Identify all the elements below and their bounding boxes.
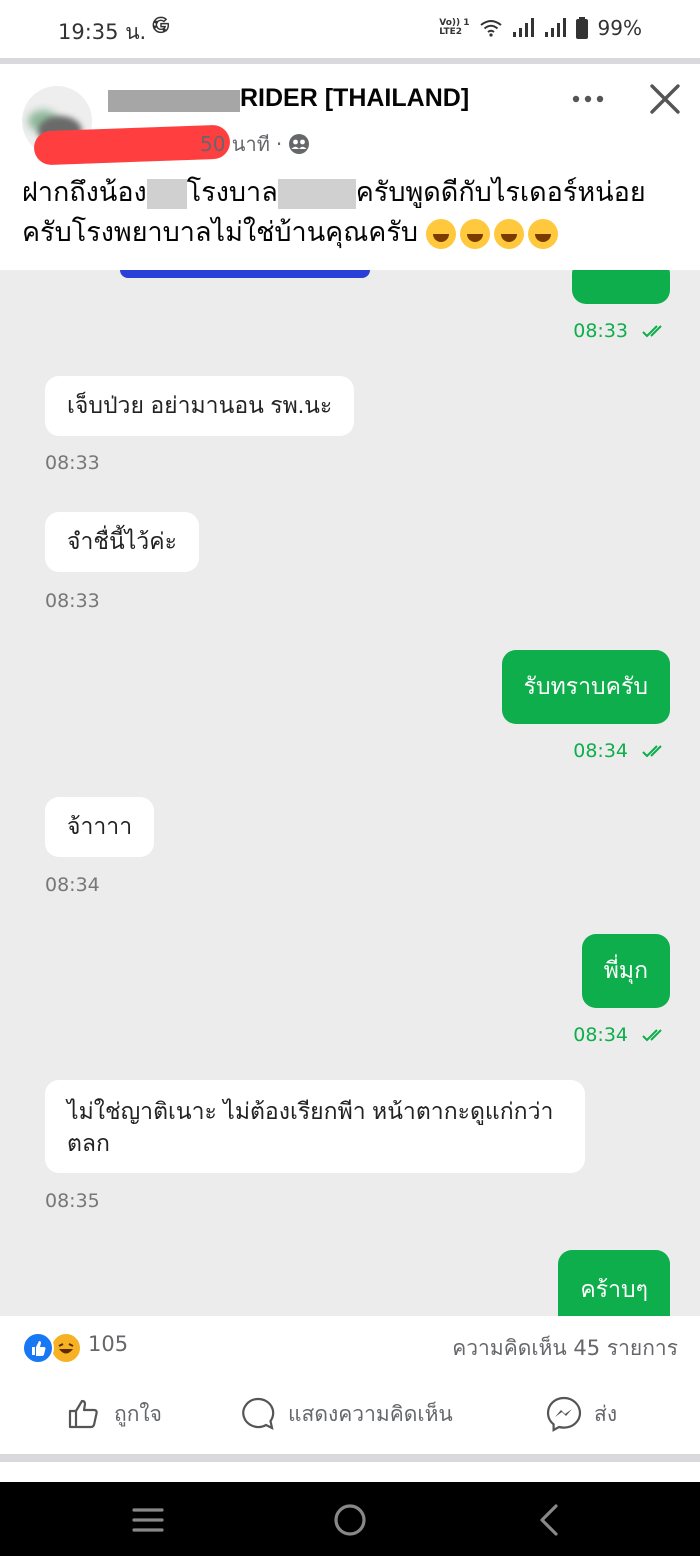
action-bar: ถูกใจ แสดงความคิดเห็น ส่ง: [0, 1378, 700, 1454]
caption-part-2: โรงบาล: [186, 177, 278, 207]
home-icon[interactable]: [330, 1500, 370, 1540]
redacted-name: [108, 90, 240, 112]
caption-part-1: ฝากถึงน้อง: [22, 177, 147, 207]
recent-apps-icon[interactable]: [128, 1500, 168, 1540]
signal-2-icon: [544, 18, 566, 37]
comment-count[interactable]: ความคิดเห็น 45 รายการ: [452, 1332, 678, 1365]
message-time: 08:34: [45, 874, 100, 896]
close-icon[interactable]: [646, 80, 684, 118]
chat-bubble-outgoing: [572, 270, 670, 304]
caption-line-2: ครับโรงพยาบาลไม่ใช่บ้านคุณครับ: [22, 212, 682, 252]
author-name[interactable]: RIDER [THAILAND]: [240, 84, 469, 113]
message-text: คร้าบๆ: [580, 1276, 648, 1302]
send-button[interactable]: ส่ง: [546, 1396, 617, 1432]
wifi-icon: [479, 20, 502, 37]
status-icons: Vo)) 1 LTE2 99%: [439, 16, 642, 40]
like-label: ถูกใจ: [114, 1401, 162, 1426]
message-text: ไม่ใช่ญาติเนาะ ไม่ต้องเรียกพีา หน้าตากะด…: [67, 1097, 554, 1124]
time-label: 08:33: [573, 320, 628, 342]
volte-indicator: Vo)) 1 LTE2: [439, 19, 469, 37]
redacted-text: [277, 178, 356, 209]
signal-1-icon: [512, 18, 534, 37]
reactions-bar: 105 ความคิดเห็น 45 รายการ: [0, 1316, 700, 1378]
chat-bubble-incoming: จำชื่นี้ไว้ค่ะ: [45, 512, 199, 572]
like-button[interactable]: ถูกใจ: [66, 1396, 162, 1432]
smiling-emoji-icon: [493, 218, 524, 249]
message-time: 08:34: [573, 740, 668, 762]
comment-bubble-icon: [242, 1397, 275, 1431]
chat-bubble-incoming: ไม่ใช่ญาติเนาะ ไม่ต้องเรียกพีา หน้าตากะด…: [45, 1080, 585, 1173]
read-ticks-icon: [642, 1029, 662, 1042]
message-time: 08:34: [573, 1024, 668, 1046]
status-time: 19:35 น.: [58, 20, 147, 44]
message-text: รับทราบครับ: [523, 673, 648, 699]
comment-button[interactable]: แสดงความคิดเห็น: [240, 1396, 453, 1432]
battery-icon: [575, 17, 588, 39]
comment-label: แสดงความคิดเห็น: [288, 1401, 453, 1426]
chat-bubble-outgoing: คร้าบๆ: [558, 1250, 670, 1316]
battery-percent: 99%: [597, 16, 642, 40]
send-label: ส่ง: [594, 1401, 618, 1426]
chat-bubble-outgoing: พี่มุก: [581, 934, 670, 1008]
message-time: 08:33: [45, 590, 100, 612]
time-label: 08:34: [573, 1024, 628, 1046]
message-text: จ้าาาา: [67, 813, 133, 839]
haha-reaction-icon: [50, 1332, 82, 1364]
redacted-text: [146, 178, 187, 209]
system-navigation-bar: [0, 1482, 700, 1556]
like-reaction-icon: [22, 1332, 54, 1364]
blue-scribble-redaction: [120, 270, 370, 278]
message-time: 08:33: [45, 452, 100, 474]
messenger-icon: [546, 1396, 582, 1432]
message-text: พี่มุก: [603, 957, 648, 983]
spacer: [0, 1462, 700, 1482]
chat-screenshot: 08:33 เจ็บป่วย อย่ามานอน รพ.นะ 08:33 จำช…: [0, 270, 700, 1316]
post-header: RIDER [THAILAND] 50 นาที · ฝากถึงน้อง โรง…: [0, 64, 700, 270]
smiling-emoji-icon: [527, 218, 558, 249]
caption-line-1: ฝากถึงน้อง โรงบาล ครับพูดดีกับไรเดอร์หน่อย: [22, 172, 682, 212]
read-ticks-icon: [642, 325, 662, 338]
meta-dot: ·: [275, 132, 283, 156]
google-icon: [152, 16, 170, 34]
grinning-emoji-icon: [459, 218, 490, 249]
more-options-icon[interactable]: [570, 86, 606, 112]
back-icon[interactable]: [530, 1500, 570, 1540]
message-time: 08:35: [45, 1190, 100, 1212]
message-text: จำชื่นี้ไว้ค่ะ: [67, 528, 177, 554]
read-ticks-icon: [642, 745, 662, 758]
friends-privacy-icon: [289, 134, 310, 154]
chat-bubble-incoming: จ้าาาา: [45, 797, 155, 857]
divider: [0, 1454, 700, 1462]
chat-bubble-outgoing: รับทราบครับ: [501, 650, 670, 724]
post-meta: 50 นาที ·: [200, 128, 310, 160]
caption-part-3: ครับพูดดีกับไรเดอร์หน่อย: [355, 177, 646, 207]
time-label: 08:34: [573, 740, 628, 762]
post-caption: ฝากถึงน้อง โรงบาล ครับพูดดีกับไรเดอร์หน่อย…: [22, 172, 682, 252]
thumbs-up-icon: [68, 1399, 98, 1429]
laughing-emoji-icon: [425, 218, 456, 249]
caption-part-4: ครับโรงพยาบาลไม่ใช่บ้านคุณครับ: [22, 217, 418, 247]
message-text: เจ็บป่วย อย่ามานอน รพ.นะ: [67, 392, 333, 418]
lte-label: LTE2: [439, 27, 463, 37]
post-time: 50 นาที: [200, 132, 270, 156]
message-time: 08:33: [573, 320, 668, 342]
status-bar: 19:35 น. Vo)) 1 LTE2 99%: [0, 0, 700, 58]
chat-bubble-incoming: เจ็บป่วย อย่ามานอน รพ.นะ: [45, 376, 355, 436]
reaction-count[interactable]: 105: [88, 1332, 128, 1356]
message-text: ตลก: [67, 1129, 110, 1156]
